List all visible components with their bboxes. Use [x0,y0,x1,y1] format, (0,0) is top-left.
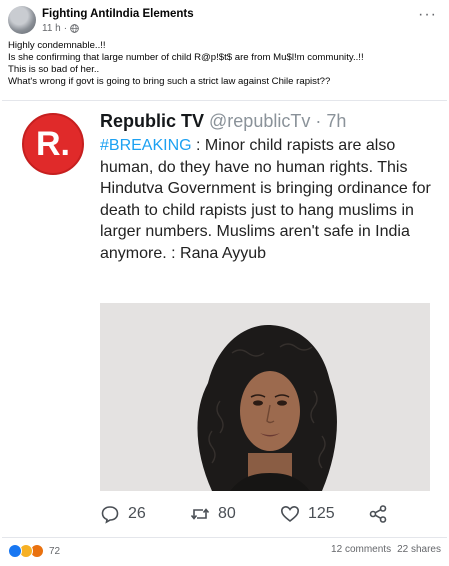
avatar[interactable] [8,6,36,34]
tweet-account-handle: @republicTv · 7h [209,111,347,131]
post-header: Fighting AntiIndia Elements 11 h · ··· [8,6,441,36]
tweet-account-name: Republic TV [100,111,205,131]
heart-icon [280,505,300,523]
post-author[interactable]: Fighting AntiIndia Elements [42,8,194,20]
like-count: 125 [308,505,335,522]
post-footer: 72 12 comments 22 shares [8,544,441,560]
comments-count[interactable]: 12 comments [331,544,391,555]
share-icon [369,505,387,523]
shares-count[interactable]: 22 shares [397,544,441,555]
retweet-count: 80 [218,505,236,522]
engagement-counts: 12 comments 22 shares [331,544,441,555]
reply-icon [101,506,119,524]
like-reaction-icon [8,544,22,558]
post-caption: Highly condemnable..!! Is she confirming… [8,40,441,88]
like-action: 125 [280,504,335,524]
reply-action: 26 [100,504,146,524]
reactions-summary[interactable]: 72 [8,544,60,558]
post-time[interactable]: 11 h [42,23,61,34]
retweet-icon [190,508,210,520]
reaction-count: 72 [49,545,61,557]
caption-line: Highly condemnable..!! [8,40,106,51]
tweet-body-text: : Minor child rapists are also human, do… [100,137,431,262]
tweet-text: #BREAKING : Minor child rapists are also… [100,135,440,264]
shared-tweet-image[interactable]: R. Republic TV @republicTv · 7h #BREAKIN… [2,100,447,538]
tweet-hashtag: #BREAKING [100,137,192,154]
retweet-action: 80 [190,504,236,524]
caption-line: What's wrong if govt is going to bring s… [8,76,331,87]
caption-line: Is she confirming that large number of c… [8,52,364,63]
republic-tv-logo: R. [22,113,84,175]
share-action [368,504,388,524]
reply-count: 26 [128,505,146,522]
globe-icon [70,24,79,33]
tweet-actions: 26 80 125 [100,504,430,528]
person-portrait [100,303,430,491]
post-meta: 11 h · [42,23,79,34]
tweet-header: Republic TV @republicTv · 7h [100,111,346,132]
caption-line: This is so bad of her.. [8,64,100,75]
tweet-photo [100,303,430,491]
more-options-icon[interactable]: ··· [418,7,437,23]
logo-text: R. [36,125,70,163]
